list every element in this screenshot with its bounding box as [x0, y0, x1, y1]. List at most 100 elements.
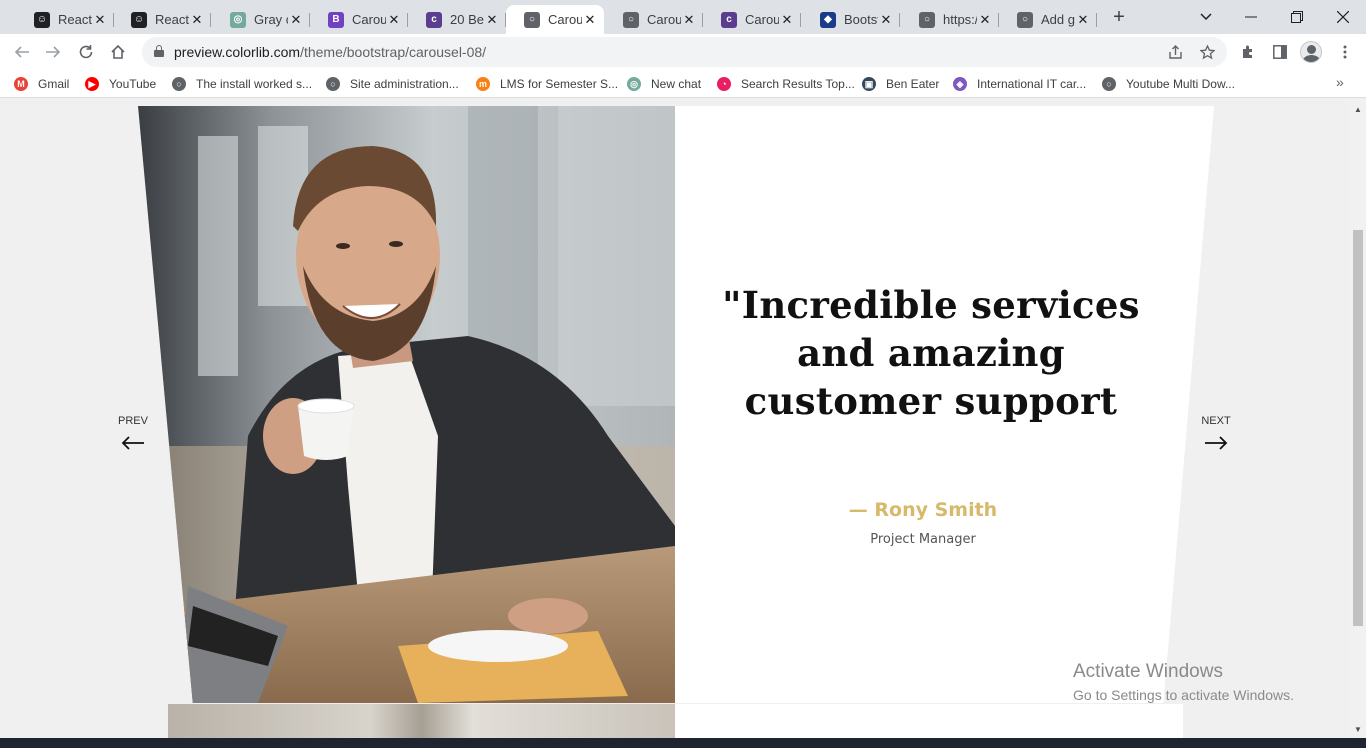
next-button[interactable]: NEXT — [1196, 415, 1236, 451]
home-button[interactable] — [106, 40, 130, 64]
url-path: /theme/bootstrap/carousel-08/ — [300, 44, 487, 60]
close-tab-icon[interactable]: ✕ — [878, 12, 894, 28]
activate-windows-watermark: Activate Windows Go to Settings to activ… — [1073, 661, 1294, 703]
windows-taskbar — [0, 738, 1366, 748]
prev-label: PREV — [118, 415, 148, 427]
openai-icon: ◎ — [230, 11, 246, 28]
scroll-down-icon[interactable]: ▼ — [1354, 725, 1362, 734]
close-tab-icon[interactable]: ✕ — [484, 12, 500, 28]
tab-title: https:/ — [943, 12, 977, 27]
next-testimonial-photo — [168, 704, 675, 738]
tab-separator — [899, 13, 900, 27]
browser-tab[interactable]: ☺ React ✕ — [113, 5, 211, 34]
browser-tab[interactable]: ◎ Gray c✕ — [212, 5, 310, 34]
bookmark-label: International IT car... — [977, 77, 1087, 91]
bookmark-item[interactable]: M Gmail — [14, 75, 69, 93]
testimonial-role: Project Manager — [870, 532, 976, 547]
bookmark-label: Youtube Multi Dow... — [1126, 77, 1235, 91]
reload-icon — [79, 45, 93, 59]
it-careers-icon: ◈ — [953, 77, 967, 91]
colorlib-icon: c — [721, 11, 737, 28]
close-tab-icon[interactable]: ✕ — [681, 12, 697, 28]
bookmark-label: The install worked s... — [196, 77, 313, 91]
side-panel-icon[interactable] — [1268, 40, 1292, 64]
bookmark-label: Site administration... — [350, 77, 459, 91]
scroll-up-icon[interactable]: ▲ — [1354, 105, 1362, 114]
bookmark-item[interactable]: ◔ Search Results Top... — [717, 75, 855, 93]
tab-title: 20 Bes — [450, 12, 484, 27]
tab-title: Add g — [1041, 12, 1075, 27]
close-tab-icon[interactable]: ✕ — [386, 12, 402, 28]
bookmark-label: Search Results Top... — [741, 77, 855, 91]
arrow-right-icon — [46, 46, 61, 58]
url-host: preview.colorlib.com — [174, 44, 301, 60]
close-tab-icon[interactable]: ✕ — [977, 12, 993, 28]
browser-tab[interactable]: ○ Carou ✕ — [605, 5, 703, 34]
bookmark-item[interactable]: ○ The install worked s... — [172, 75, 312, 93]
browser-toolbar: preview.colorlib.com/theme/bootstrap/car… — [0, 34, 1366, 70]
bookmark-item[interactable]: ○ Youtube Multi Dow... — [1102, 75, 1235, 93]
page-scrollbar[interactable]: ▲ ▼ — [1350, 99, 1366, 738]
tab-search-button[interactable] — [1183, 0, 1229, 34]
back-button[interactable] — [10, 40, 34, 64]
watermark-subtitle: Go to Settings to activate Windows. — [1073, 687, 1294, 703]
browser-tab[interactable]: B Carou ✕ — [310, 5, 408, 34]
share-icon[interactable] — [1164, 41, 1186, 63]
arrow-left-icon — [121, 436, 144, 450]
bookmark-star-icon[interactable] — [1196, 41, 1218, 63]
new-tab-button[interactable]: + — [1108, 6, 1130, 28]
tab-separator — [210, 13, 211, 27]
tab-title: Bootst — [844, 12, 878, 27]
forward-button[interactable] — [41, 40, 65, 64]
browser-tab[interactable]: ☺ React ✕ — [16, 5, 114, 34]
close-window-button[interactable] — [1320, 0, 1366, 34]
globe-icon: ○ — [919, 11, 935, 28]
url-text[interactable]: preview.colorlib.com/theme/bootstrap/car… — [174, 44, 486, 60]
bookmark-label: LMS for Semester S... — [500, 77, 619, 91]
shield-icon: ◆ — [820, 11, 836, 28]
gmail-icon: M — [14, 77, 28, 91]
bookmark-item[interactable]: m LMS for Semester S... — [476, 75, 618, 93]
bookmark-item[interactable]: ◎ New chat — [627, 75, 701, 93]
bookmark-label: Gmail — [38, 77, 70, 91]
bookmark-item[interactable]: ○ Site administration... — [326, 75, 459, 93]
person-icon: ☺ — [131, 11, 147, 28]
tab-title: React — [58, 12, 92, 27]
minimize-button[interactable] — [1228, 0, 1274, 34]
page-viewport: "Incredible services and amazing custome… — [0, 99, 1350, 738]
close-tab-icon[interactable]: ✕ — [189, 12, 205, 28]
profile-avatar-icon[interactable] — [1300, 41, 1322, 63]
globe-icon: ○ — [524, 11, 540, 28]
next-testimonial-card — [168, 704, 1183, 738]
colorlib-icon: c — [426, 11, 442, 28]
bookmark-item[interactable]: ▣ Ben Eater — [862, 75, 939, 93]
bookmark-item[interactable]: ◈ International IT car... — [953, 75, 1086, 93]
tab-title: Carou — [745, 12, 779, 27]
browser-tab[interactable]: ○ https:/✕ — [901, 5, 999, 34]
menu-kebab-icon[interactable] — [1333, 40, 1357, 64]
bookmark-label: YouTube — [109, 77, 157, 91]
extensions-icon[interactable] — [1236, 40, 1260, 64]
browser-tab[interactable]: ◆ Bootst ✕ — [802, 5, 900, 34]
minimize-icon — [1245, 16, 1257, 18]
browser-tab[interactable]: c Carou ✕ — [703, 5, 801, 34]
close-tab-icon[interactable]: ✕ — [92, 12, 108, 28]
bookmark-item[interactable]: ▶ YouTube — [85, 75, 156, 93]
address-bar[interactable]: preview.colorlib.com/theme/bootstrap/car… — [142, 37, 1227, 67]
reload-button[interactable] — [74, 40, 98, 64]
bootstrap-icon: B — [328, 11, 344, 28]
restore-button[interactable] — [1274, 0, 1320, 34]
browser-tab[interactable]: ○ Add g ✕ — [999, 5, 1097, 34]
close-tab-icon[interactable]: ✕ — [779, 12, 795, 28]
globe-icon: ○ — [623, 11, 639, 28]
testimonial-author: — Rony Smith — [848, 499, 998, 521]
prev-button[interactable]: PREV — [113, 415, 153, 451]
bookmarks-more-icon[interactable]: » — [1336, 74, 1344, 90]
close-tab-icon[interactable]: ✕ — [1075, 12, 1091, 28]
close-tab-icon[interactable]: ✕ — [582, 12, 598, 28]
bookmark-label: New chat — [651, 77, 702, 91]
scrollbar-thumb[interactable] — [1353, 230, 1363, 626]
close-tab-icon[interactable]: ✕ — [288, 12, 304, 28]
browser-tab[interactable]: ○ Carou ✕ — [506, 5, 604, 34]
browser-tab[interactable]: c 20 Bes✕ — [408, 5, 506, 34]
